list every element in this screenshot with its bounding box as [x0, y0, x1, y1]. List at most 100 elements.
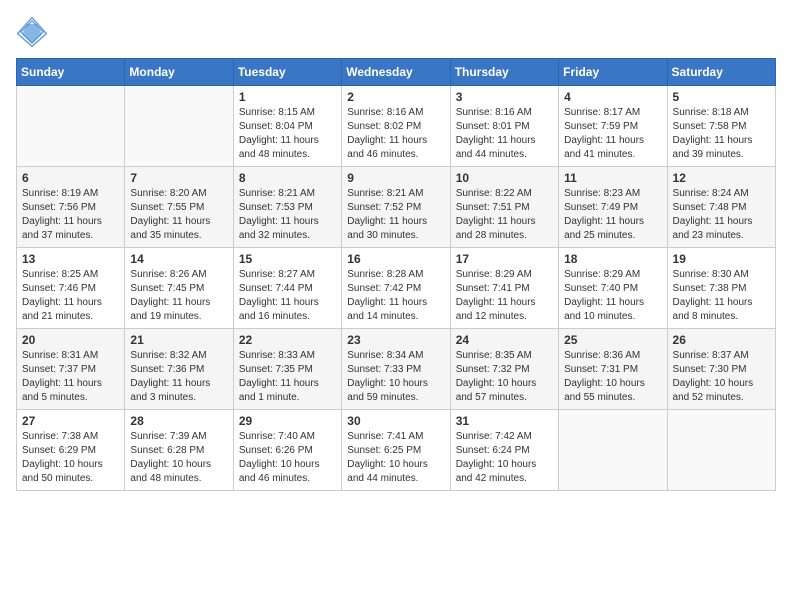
day-number: 5	[673, 90, 770, 104]
header-saturday: Saturday	[667, 59, 775, 86]
day-info: Sunrise: 8:26 AM Sunset: 7:45 PM Dayligh…	[130, 268, 227, 324]
calendar-cell	[559, 410, 667, 491]
page-header	[16, 16, 776, 48]
day-number: 25	[564, 333, 661, 347]
day-number: 6	[22, 171, 119, 185]
day-info: Sunrise: 8:31 AM Sunset: 7:37 PM Dayligh…	[22, 349, 119, 405]
day-info: Sunrise: 8:33 AM Sunset: 7:35 PM Dayligh…	[239, 349, 336, 405]
day-info: Sunrise: 7:40 AM Sunset: 6:26 PM Dayligh…	[239, 430, 336, 486]
day-number: 14	[130, 252, 227, 266]
day-number: 31	[456, 414, 553, 428]
day-info: Sunrise: 8:27 AM Sunset: 7:44 PM Dayligh…	[239, 268, 336, 324]
day-number: 13	[22, 252, 119, 266]
day-number: 15	[239, 252, 336, 266]
calendar-cell: 15 Sunrise: 8:27 AM Sunset: 7:44 PM Dayli…	[233, 248, 341, 329]
day-info: Sunrise: 8:29 AM Sunset: 7:41 PM Dayligh…	[456, 268, 553, 324]
day-number: 9	[347, 171, 444, 185]
day-number: 28	[130, 414, 227, 428]
calendar-cell: 1 Sunrise: 8:15 AM Sunset: 8:04 PM Daylig…	[233, 86, 341, 167]
day-number: 30	[347, 414, 444, 428]
header-monday: Monday	[125, 59, 233, 86]
day-number: 1	[239, 90, 336, 104]
day-info: Sunrise: 8:21 AM Sunset: 7:53 PM Dayligh…	[239, 187, 336, 243]
day-info: Sunrise: 7:39 AM Sunset: 6:28 PM Dayligh…	[130, 430, 227, 486]
calendar-cell: 12 Sunrise: 8:24 AM Sunset: 7:48 PM Dayli…	[667, 167, 775, 248]
calendar-cell: 24 Sunrise: 8:35 AM Sunset: 7:32 PM Dayli…	[450, 329, 558, 410]
calendar-cell: 23 Sunrise: 8:34 AM Sunset: 7:33 PM Dayli…	[342, 329, 450, 410]
day-info: Sunrise: 7:42 AM Sunset: 6:24 PM Dayligh…	[456, 430, 553, 486]
calendar-cell: 6 Sunrise: 8:19 AM Sunset: 7:56 PM Daylig…	[17, 167, 125, 248]
calendar-cell: 21 Sunrise: 8:32 AM Sunset: 7:36 PM Dayli…	[125, 329, 233, 410]
calendar-cell: 11Sunrise: 8:23 AM Sunset: 7:49 PM Dayli…	[559, 167, 667, 248]
day-number: 23	[347, 333, 444, 347]
day-info: Sunrise: 8:36 AM Sunset: 7:31 PM Dayligh…	[564, 349, 661, 405]
day-info: Sunrise: 8:29 AM Sunset: 7:40 PM Dayligh…	[564, 268, 661, 324]
day-info: Sunrise: 8:17 AM Sunset: 7:59 PM Dayligh…	[564, 106, 661, 162]
calendar-cell: 8 Sunrise: 8:21 AM Sunset: 7:53 PM Daylig…	[233, 167, 341, 248]
day-number: 3	[456, 90, 553, 104]
calendar-cell: 26 Sunrise: 8:37 AM Sunset: 7:30 PM Dayli…	[667, 329, 775, 410]
day-info: Sunrise: 8:35 AM Sunset: 7:32 PM Dayligh…	[456, 349, 553, 405]
day-number: 10	[456, 171, 553, 185]
calendar-cell: 30 Sunrise: 7:41 AM Sunset: 6:25 PM Dayli…	[342, 410, 450, 491]
calendar-cell: 19 Sunrise: 8:30 AM Sunset: 7:38 PM Dayli…	[667, 248, 775, 329]
day-number: 21	[130, 333, 227, 347]
day-number: 16	[347, 252, 444, 266]
calendar-cell: 3 Sunrise: 8:16 AM Sunset: 8:01 PM Daylig…	[450, 86, 558, 167]
day-info: Sunrise: 8:21 AM Sunset: 7:52 PM Dayligh…	[347, 187, 444, 243]
day-number: 7	[130, 171, 227, 185]
header-row: SundayMondayTuesdayWednesdayThursdayFrid…	[17, 59, 776, 86]
day-number: 24	[456, 333, 553, 347]
day-info: Sunrise: 8:19 AM Sunset: 7:56 PM Dayligh…	[22, 187, 119, 243]
week-row-2: 6 Sunrise: 8:19 AM Sunset: 7:56 PM Daylig…	[17, 167, 776, 248]
calendar-cell: 9 Sunrise: 8:21 AM Sunset: 7:52 PM Daylig…	[342, 167, 450, 248]
day-number: 22	[239, 333, 336, 347]
day-number: 26	[673, 333, 770, 347]
header-thursday: Thursday	[450, 59, 558, 86]
day-info: Sunrise: 8:20 AM Sunset: 7:55 PM Dayligh…	[130, 187, 227, 243]
week-row-3: 13 Sunrise: 8:25 AM Sunset: 7:46 PM Dayli…	[17, 248, 776, 329]
calendar-header: SundayMondayTuesdayWednesdayThursdayFrid…	[17, 59, 776, 86]
day-info: Sunrise: 8:15 AM Sunset: 8:04 PM Dayligh…	[239, 106, 336, 162]
day-info: Sunrise: 8:18 AM Sunset: 7:58 PM Dayligh…	[673, 106, 770, 162]
day-info: Sunrise: 8:37 AM Sunset: 7:30 PM Dayligh…	[673, 349, 770, 405]
calendar-cell: 27 Sunrise: 7:38 AM Sunset: 6:29 PM Dayli…	[17, 410, 125, 491]
calendar-cell: 13 Sunrise: 8:25 AM Sunset: 7:46 PM Dayli…	[17, 248, 125, 329]
day-info: Sunrise: 7:41 AM Sunset: 6:25 PM Dayligh…	[347, 430, 444, 486]
calendar-cell: 16 Sunrise: 8:28 AM Sunset: 7:42 PM Dayli…	[342, 248, 450, 329]
calendar-cell: 25 Sunrise: 8:36 AM Sunset: 7:31 PM Dayli…	[559, 329, 667, 410]
calendar-table: SundayMondayTuesdayWednesdayThursdayFrid…	[16, 58, 776, 491]
calendar-cell: 2Sunrise: 8:16 AM Sunset: 8:02 PM Daylig…	[342, 86, 450, 167]
header-friday: Friday	[559, 59, 667, 86]
calendar-cell	[667, 410, 775, 491]
day-number: 18	[564, 252, 661, 266]
calendar-cell: 17Sunrise: 8:29 AM Sunset: 7:41 PM Dayli…	[450, 248, 558, 329]
day-number: 29	[239, 414, 336, 428]
day-number: 20	[22, 333, 119, 347]
day-info: Sunrise: 8:25 AM Sunset: 7:46 PM Dayligh…	[22, 268, 119, 324]
header-wednesday: Wednesday	[342, 59, 450, 86]
day-number: 19	[673, 252, 770, 266]
day-info: Sunrise: 8:16 AM Sunset: 8:01 PM Dayligh…	[456, 106, 553, 162]
calendar-cell	[17, 86, 125, 167]
day-info: Sunrise: 7:38 AM Sunset: 6:29 PM Dayligh…	[22, 430, 119, 486]
header-tuesday: Tuesday	[233, 59, 341, 86]
calendar-cell: 20 Sunrise: 8:31 AM Sunset: 7:37 PM Dayli…	[17, 329, 125, 410]
day-info: Sunrise: 8:24 AM Sunset: 7:48 PM Dayligh…	[673, 187, 770, 243]
day-info: Sunrise: 8:32 AM Sunset: 7:36 PM Dayligh…	[130, 349, 227, 405]
day-info: Sunrise: 8:34 AM Sunset: 7:33 PM Dayligh…	[347, 349, 444, 405]
day-info: Sunrise: 8:30 AM Sunset: 7:38 PM Dayligh…	[673, 268, 770, 324]
calendar-body: 1 Sunrise: 8:15 AM Sunset: 8:04 PM Daylig…	[17, 86, 776, 491]
day-number: 27	[22, 414, 119, 428]
calendar-cell: 28 Sunrise: 7:39 AM Sunset: 6:28 PM Dayli…	[125, 410, 233, 491]
calendar-cell: 5 Sunrise: 8:18 AM Sunset: 7:58 PM Daylig…	[667, 86, 775, 167]
calendar-cell: 14 Sunrise: 8:26 AM Sunset: 7:45 PM Dayli…	[125, 248, 233, 329]
calendar-cell: 7 Sunrise: 8:20 AM Sunset: 7:55 PM Daylig…	[125, 167, 233, 248]
day-number: 12	[673, 171, 770, 185]
day-info: Sunrise: 8:28 AM Sunset: 7:42 PM Dayligh…	[347, 268, 444, 324]
day-number: 8	[239, 171, 336, 185]
day-info: Sunrise: 8:23 AM Sunset: 7:49 PM Dayligh…	[564, 187, 661, 243]
calendar-cell: 29 Sunrise: 7:40 AM Sunset: 6:26 PM Dayli…	[233, 410, 341, 491]
day-info: Sunrise: 8:16 AM Sunset: 8:02 PM Dayligh…	[347, 106, 444, 162]
calendar-cell: 18 Sunrise: 8:29 AM Sunset: 7:40 PM Dayli…	[559, 248, 667, 329]
